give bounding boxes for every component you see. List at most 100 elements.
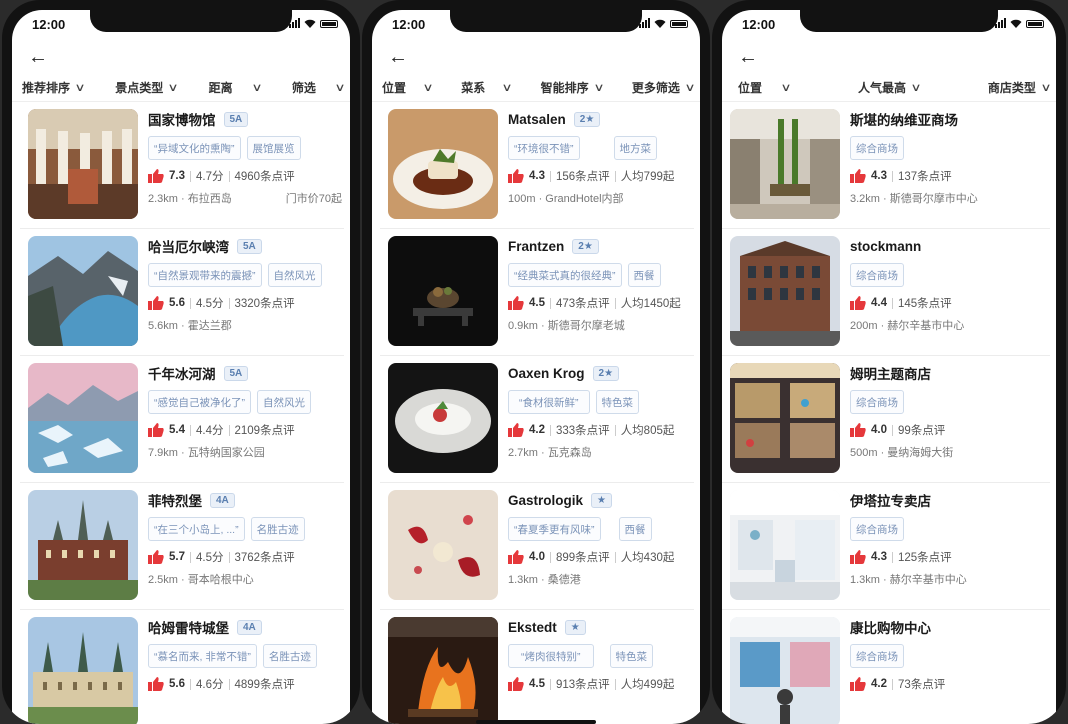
store-interior-photo [730, 490, 840, 600]
score: 5.6 [169, 297, 185, 309]
distance: 1.3km · 桑德港 [508, 574, 581, 586]
filter-cuisine[interactable]: 菜系 ∨ [461, 79, 513, 96]
chevron-down-icon: ∨ [74, 82, 86, 94]
filter-bar: 位置 ∨ 菜系 ∨ 智能排序 ∨ 更多筛选 ∨ [372, 74, 700, 102]
list-item[interactable]: Gastrologik ★ “春夏季更有风味” 西餐 4.0 899条点评 人均430起… [380, 483, 694, 610]
distance: 2.5km · 哥本哈根中心 [148, 574, 254, 586]
nav-bar: ← [372, 40, 700, 74]
cuisine-tag: 特色菜 [595, 390, 639, 414]
filter-type[interactable]: 景点类型 ∨ [115, 79, 179, 96]
quote-tag: “食材很新鲜” [508, 390, 590, 414]
thumbs-up-icon [508, 169, 524, 183]
thumbs-up-icon [850, 169, 866, 183]
filter-location[interactable]: 位置 ∨ [382, 79, 434, 96]
results-list: Matsalen 2★ “环境很不错” 地方菜 4.3 156条点评 人均799起 10… [372, 102, 700, 724]
distance: 2.7km · 瓦克森岛 [508, 447, 592, 459]
nav-bar: ← [12, 40, 350, 74]
battery-icon [1026, 20, 1044, 28]
back-arrow-icon[interactable]: ← [28, 46, 48, 68]
thumbs-up-icon [850, 550, 866, 564]
list-item[interactable]: 哈姆雷特城堡 4A “慕名而来, 非常不错” 名胜古迹 5.6 4.6分 4899条点评 [20, 610, 344, 724]
signal-icon [639, 18, 650, 28]
castle-photo [28, 617, 138, 724]
chevron-down-icon: ∨ [167, 82, 179, 94]
distance: 1.3km · 赫尔辛基市中心 [850, 574, 967, 586]
cuisine-tag: 特色菜 [609, 644, 653, 668]
list-item[interactable]: 姆明主题商店 综合商场 4.0 99条点评 500m · 曼纳海姆大街 [722, 356, 1050, 483]
quote-tag: “烤肉很特别” [508, 644, 594, 668]
chevron-down-icon: ∨ [592, 82, 605, 94]
category-tag: 综合商场 [850, 263, 904, 287]
list-item[interactable]: Matsalen 2★ “环境很不错” 地方菜 4.3 156条点评 人均799起 10… [380, 102, 694, 229]
category-tag: 综合商场 [850, 390, 904, 414]
score: 5.7 [169, 551, 185, 563]
item-title: 哈姆雷特城堡 [148, 621, 229, 636]
item-title: 康比购物中心 [850, 621, 931, 636]
wifi-icon [654, 19, 666, 28]
score: 4.5 [529, 297, 545, 309]
list-item[interactable]: 国家博物馆 5A “异域文化的熏陶” 展馆展览 7.3 4.7分 4960条点评 2.3… [20, 102, 344, 229]
signal-icon [289, 18, 300, 28]
distance: 5.6km · 霍达兰郡 [148, 320, 232, 332]
item-title: 斯堪的纳维亚商场 [850, 113, 958, 128]
filter-distance[interactable]: 距离 ∨ [209, 79, 263, 96]
signal-icon [995, 18, 1006, 28]
item-info: 伊塔拉专卖店 综合商场 4.3 125条点评 1.3km · 赫尔辛基市中心 [850, 489, 1048, 587]
quote-tag: “在三个小岛上, ...” [148, 517, 245, 541]
filter-sort[interactable]: 智能排序 ∨ [541, 79, 605, 96]
item-info: Frantzen 2★ “经典菜式真的很经典” 西餐 4.5 473条点评 人均1450… [508, 235, 692, 333]
list-item[interactable]: 哈当厄尔峡湾 5A “自然景观带来的震撼” 自然风光 5.6 4.5分 3320条点评 … [20, 229, 344, 356]
category-tag: 名胜古迹 [250, 517, 305, 541]
list-item[interactable]: 伊塔拉专卖店 综合商场 4.3 125条点评 1.3km · 赫尔辛基市中心 [722, 483, 1050, 610]
back-arrow-icon[interactable]: ← [388, 46, 408, 68]
dish-photo [388, 363, 498, 473]
status-time: 12:00 [392, 17, 426, 32]
score: 4.3 [871, 170, 887, 182]
cuisine-tag: 西餐 [627, 263, 661, 287]
score: 4.0 [871, 424, 887, 436]
filter-popularity[interactable]: 人气最高 ∨ [858, 79, 922, 96]
filter-sort[interactable]: 推荐排序 ∨ [22, 79, 86, 96]
home-indicator [476, 720, 596, 724]
chevron-down-icon: ∨ [334, 82, 346, 94]
thumbs-up-icon [850, 296, 866, 310]
castle-photo [28, 490, 138, 600]
item-title: 菲特烈堡 [148, 494, 202, 509]
star-badge: 2★ [592, 365, 620, 381]
list-item[interactable]: Oaxen Krog 2★ “食材很新鲜” 特色菜 4.2 333条点评 人均805起 … [380, 356, 694, 483]
status-bar: 12:00 [722, 10, 1056, 40]
filter-store-type[interactable]: 商店类型 ∨ [988, 79, 1052, 96]
review-count: 4960条点评 [234, 171, 295, 183]
results-list: 国家博物馆 5A “异域文化的熏陶” 展馆展览 7.3 4.7分 4960条点评 2.3… [12, 102, 350, 724]
score: 4.5 [529, 678, 545, 690]
item-info: Gastrologik ★ “春夏季更有风味” 西餐 4.0 899条点评 人均430起… [508, 489, 692, 587]
back-arrow-icon[interactable]: ← [738, 46, 758, 68]
filter-more[interactable]: 更多筛选 ∨ [632, 79, 696, 96]
filter-more[interactable]: 筛选 ∨ [292, 79, 346, 96]
museum-photo [28, 109, 138, 219]
review-count: 73条点评 [898, 679, 946, 691]
list-item[interactable]: 菲特烈堡 4A “在三个小岛上, ...” 名胜古迹 5.7 4.5分 3762条点评 … [20, 483, 344, 610]
category-tag: 综合商场 [850, 644, 904, 668]
category-tag: 自然风光 [257, 390, 311, 414]
item-title: Gastrologik [508, 492, 584, 508]
list-item[interactable]: stockmann 综合商场 4.4 145条点评 200m · 赫尔辛基市中心 [722, 229, 1050, 356]
thumbs-up-icon [148, 296, 164, 310]
list-item[interactable]: 千年冰河湖 5A “感觉自己被净化了” 自然风光 5.4 4.4分 2109条点评 7.… [20, 356, 344, 483]
mall-photo [730, 109, 840, 219]
status-time: 12:00 [32, 17, 66, 32]
score: 4.2 [871, 678, 887, 690]
quote-tag: “异域文化的熏陶” [148, 136, 241, 160]
list-item[interactable]: Ekstedt ★ “烤肉很特别” 特色菜 4.5 913条点评 人均499起 [380, 610, 694, 724]
dish-photo [388, 236, 498, 346]
list-item[interactable]: Frantzen 2★ “经典菜式真的很经典” 西餐 4.5 473条点评 人均1450… [380, 229, 694, 356]
distance: 200m · 赫尔辛基市中心 [850, 320, 965, 332]
status-icons [995, 18, 1044, 28]
list-item[interactable]: 斯堪的纳维亚商场 综合商场 4.3 137条点评 3.2km · 斯德哥尔摩市中心 [722, 102, 1050, 229]
list-item[interactable]: 康比购物中心 综合商场 4.2 73条点评 [722, 610, 1050, 724]
score: 7.3 [169, 170, 185, 182]
chevron-down-icon: ∨ [684, 82, 696, 94]
score: 4.0 [529, 551, 545, 563]
filter-location[interactable]: 位置 ∨ [738, 79, 792, 96]
filter-bar: 位置 ∨ 人气最高 ∨ 商店类型 ∨ [722, 74, 1056, 102]
